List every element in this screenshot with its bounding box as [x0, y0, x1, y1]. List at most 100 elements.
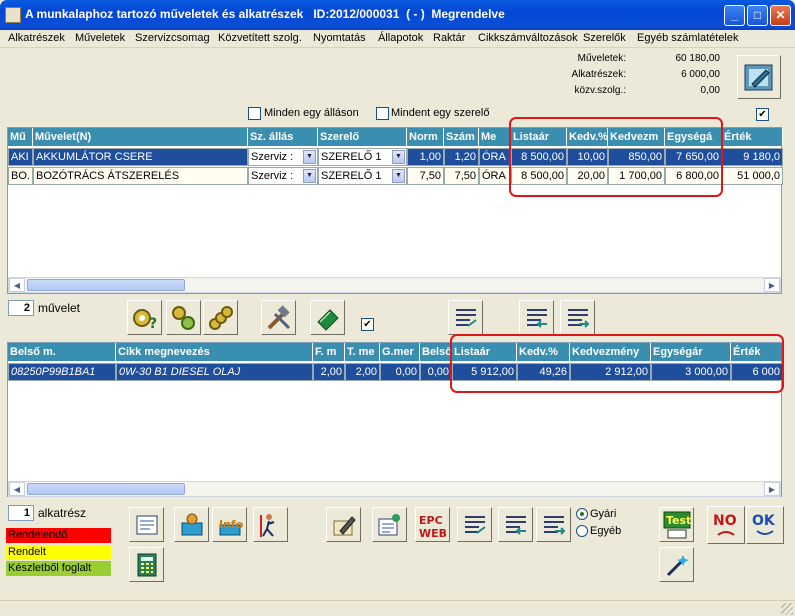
menu-szervizcsomag[interactable]: Szervizcsomag [135, 32, 210, 44]
parts-header[interactable]: Belső [420, 343, 452, 361]
info-icon: Info [219, 518, 243, 535]
every-state-checkbox[interactable] [248, 107, 261, 120]
ops-header[interactable]: Me [479, 128, 511, 146]
chevron-down-icon[interactable]: ▼ [303, 150, 316, 164]
parts-row1-name[interactable]: 0W-30 B1 DIESEL OLAJ [116, 363, 313, 381]
ops-row1-state-select[interactable]: Szerviz : ▼ [248, 148, 318, 166]
scroll-right-icon[interactable]: ▶ [764, 278, 780, 292]
ops-header[interactable]: Mű [8, 128, 33, 146]
ops-header[interactable]: Norm [407, 128, 444, 146]
menu-nyomtatas[interactable]: Nyomtatás [313, 32, 366, 44]
ops-header[interactable]: Érték [722, 128, 783, 146]
radio-other[interactable] [576, 525, 588, 537]
chevron-down-icon[interactable]: ▼ [392, 150, 405, 164]
ops-row1-name[interactable]: AKKUMLÁTOR CSERE [33, 148, 248, 166]
parts-row1-belso[interactable]: 0,00 [420, 363, 452, 381]
parts-header[interactable]: Cikk megnevezés [116, 343, 313, 361]
menu-cikkszam[interactable]: Cikkszámváltozások [478, 32, 578, 44]
ops-row2-code[interactable]: BO. [8, 167, 33, 185]
parts-row1-tme[interactable]: 2,00 [345, 363, 380, 381]
ops-row2-norm[interactable]: 7,50 [407, 167, 444, 185]
parts-list-button-3[interactable] [536, 507, 571, 542]
parts-header[interactable]: T. me [345, 343, 380, 361]
scroll-left-icon[interactable]: ◀ [9, 482, 25, 496]
menu-szerelok[interactable]: Szerelők [583, 32, 626, 44]
minimize-button[interactable]: _ [724, 5, 745, 26]
ok-button[interactable]: OK [746, 506, 784, 544]
ops-row1-norm[interactable]: 1,00 [407, 148, 444, 166]
list-arrow-left-icon [505, 515, 526, 535]
parts-row1-code[interactable]: 08250P99B1BA1 [8, 363, 116, 381]
maximize-button[interactable]: □ [747, 5, 768, 26]
app-icon [5, 7, 21, 23]
gear-question-button[interactable]: ? [127, 300, 162, 335]
ops-row2-mechanic-select[interactable]: SZERELŐ 1 ▼ [318, 167, 407, 185]
edit-worksheet-button[interactable] [737, 55, 781, 99]
ops-row1-code[interactable]: AKI [8, 148, 33, 166]
parts-edit-button[interactable] [326, 507, 361, 542]
ops-row2-state-select[interactable]: Szerviz : ▼ [248, 167, 318, 185]
ops-list-button-1[interactable] [448, 300, 483, 335]
menu-allapotok[interactable]: Állapotok [378, 32, 423, 44]
ops-row1-unit[interactable]: ÓRA [479, 148, 511, 166]
parts-header[interactable]: G.mer [380, 343, 420, 361]
menu-muveletek[interactable]: Műveletek [75, 32, 125, 44]
parts-row1-fm[interactable]: 2,00 [313, 363, 345, 381]
top-checkbox[interactable]: ✔ [756, 108, 769, 121]
ops-row2-name[interactable]: BOZÓTRÁCS ÁTSZERELÉS [33, 167, 248, 185]
parts-header[interactable]: Belső m. [8, 343, 116, 361]
menu-bar: Alkatrészek Műveletek Szervizcsomag Közv… [0, 30, 795, 48]
every-mechanic-checkbox[interactable] [376, 107, 389, 120]
parts-row1-gmer[interactable]: 0,00 [380, 363, 420, 381]
ops-row2-value[interactable]: 51 000,0 [722, 167, 783, 185]
ops-list-button-2[interactable] [519, 300, 554, 335]
tools-button[interactable] [261, 300, 296, 335]
ops-row2-unit[interactable]: ÓRA [479, 167, 511, 185]
parts-info-button[interactable]: Info [212, 507, 247, 542]
ops-list-button-3[interactable] [560, 300, 595, 335]
ops-header[interactable]: Sz. állás [248, 128, 318, 146]
parts-list-button-2[interactable] [498, 507, 533, 542]
menu-alkatreszek[interactable]: Alkatrészek [8, 32, 65, 44]
scroll-left-icon[interactable]: ◀ [9, 278, 25, 292]
parts-form-button[interactable] [129, 507, 164, 542]
book-button[interactable] [310, 300, 345, 335]
parts-person-list-button[interactable] [372, 507, 407, 542]
person-walk-icon [259, 513, 274, 537]
scroll-thumb[interactable] [27, 279, 185, 291]
ops-row2-mechanic-value: SZERELŐ 1 [321, 170, 382, 182]
ops-row1-mechanic-select[interactable]: SZERELŐ 1 ▼ [318, 148, 407, 166]
scroll-right-icon[interactable]: ▶ [764, 482, 780, 496]
ops-header[interactable]: Szerelő [318, 128, 407, 146]
parts-count-label: alkatrész [38, 506, 87, 520]
radio-factory[interactable] [576, 508, 588, 520]
chevron-down-icon[interactable]: ▼ [303, 169, 316, 183]
parts-calc-button[interactable] [129, 547, 164, 582]
ops-row2-qty[interactable]: 7,50 [444, 167, 479, 185]
no-button[interactable]: NO [707, 506, 745, 544]
parts-person-button[interactable] [253, 507, 288, 542]
epc-web-button[interactable]: EPC WEB [415, 507, 450, 542]
menu-egyeb[interactable]: Egyéb számlatételek [637, 32, 739, 44]
resize-grip-icon[interactable] [781, 603, 793, 615]
wand-button[interactable] [659, 547, 694, 582]
ops-header[interactable]: Művelet(N) [33, 128, 248, 146]
parts-hscrollbar[interactable]: ◀ ▶ [8, 481, 781, 497]
parts-header[interactable]: F. m [313, 343, 345, 361]
parts-box-button[interactable] [174, 507, 209, 542]
scroll-thumb[interactable] [27, 483, 185, 495]
menu-raktar[interactable]: Raktár [433, 32, 465, 44]
green-book-icon [316, 308, 339, 331]
parts-list-button-1[interactable] [457, 507, 492, 542]
gear-list-button[interactable] [166, 300, 201, 335]
gear-chain-button[interactable] [203, 300, 238, 335]
test-button[interactable]: Test [659, 507, 694, 542]
chevron-down-icon[interactable]: ▼ [392, 169, 405, 183]
operations-checkbox[interactable]: ✔ [361, 318, 374, 331]
ops-hscrollbar[interactable]: ◀ ▶ [8, 277, 781, 293]
ops-header[interactable]: Szám [444, 128, 479, 146]
menu-kozvetitett[interactable]: Közvetített szolg. [218, 32, 302, 44]
close-button[interactable]: ✕ [770, 5, 791, 26]
ops-row1-qty[interactable]: 1,20 [444, 148, 479, 166]
ops-row1-value[interactable]: 9 180,0 [722, 148, 783, 166]
